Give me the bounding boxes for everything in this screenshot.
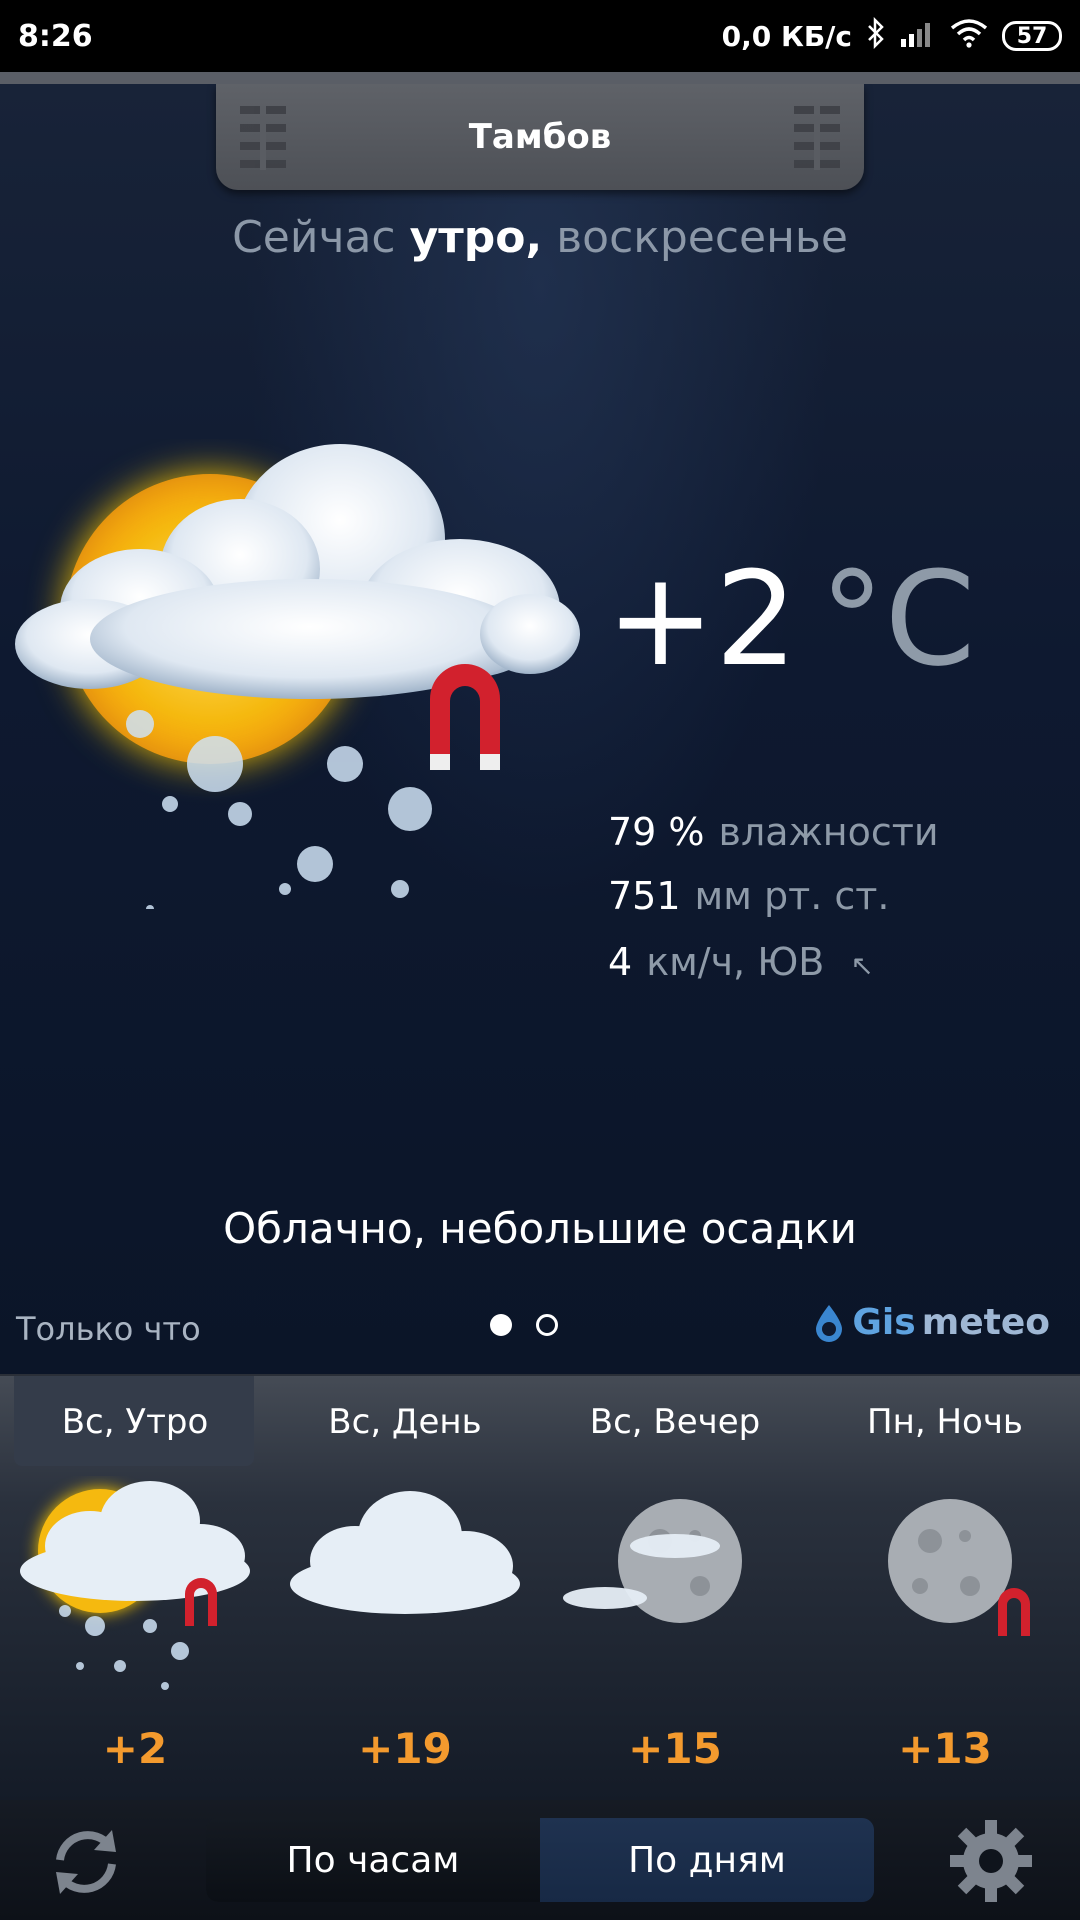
forecast-temp: +15 [628, 1724, 722, 1773]
forecast-item[interactable]: Вс, День +19 [270, 1376, 540, 1802]
forecast-temp: +13 [898, 1724, 992, 1773]
humidity-label: влажности [718, 810, 939, 854]
temperature-unit: °C [819, 543, 976, 695]
page-dot-1[interactable] [490, 1314, 512, 1336]
sun-cloud-snow-icon [20, 1481, 250, 1690]
day-label: воскресенье [556, 212, 848, 263]
bluetooth-icon [866, 16, 886, 56]
refresh-icon[interactable] [44, 1822, 128, 1902]
status-bar: 8:26 0,0 КБ/с 57 [0, 0, 1080, 72]
brand-gis: Gis [852, 1302, 916, 1343]
wind-value: 4 [608, 940, 633, 984]
humidity-row: 79 % влажности [608, 810, 939, 854]
moon-cloud-icon [563, 1499, 742, 1623]
city-name: Тамбов [468, 117, 612, 157]
view-mode-toggle[interactable]: По часам По дням [206, 1818, 874, 1902]
forecast-temp: +2 [102, 1724, 168, 1773]
gear-icon[interactable] [946, 1816, 1036, 1906]
humidity-value: 79 % [608, 810, 705, 854]
current-weather-panel[interactable]: Тамбов Сейчас утро, воскресенье +2 °C 79… [0, 84, 1080, 1374]
period-label: утро, [409, 212, 543, 263]
cloud-icon [290, 1491, 520, 1614]
battery-icon: 57 [1002, 21, 1062, 51]
forecast-item[interactable]: Вс, Вечер +15 [540, 1376, 810, 1802]
pressure-value: 751 [608, 874, 681, 918]
partly-cloudy-snow-icon [15, 444, 580, 909]
now-prefix: Сейчас [232, 212, 396, 263]
network-speed: 0,0 КБ/с [721, 19, 852, 53]
city-selector[interactable]: Тамбов [216, 84, 864, 190]
gismeteo-logo: Gis meteo [812, 1302, 1050, 1343]
wind-row: 4 км/ч, ЮВ ↖ [608, 940, 874, 984]
wind-direction-icon: ↖ [850, 949, 874, 982]
status-divider [0, 72, 1080, 84]
condition-text: Облачно, небольшие осадки [223, 1204, 857, 1253]
forecast-item[interactable]: Вс, Утро +2 [0, 1376, 270, 1802]
moon-icon [888, 1499, 1030, 1636]
forecast-label: Вс, День [328, 1402, 482, 1442]
signal-icon [900, 19, 936, 54]
forecast-strip: Вс, Утро +2 Вс, День +19 Вс, Вечер +15 П… [0, 1374, 1080, 1802]
bottom-bar: По часам По дням [0, 1800, 1080, 1920]
drop-icon [816, 1304, 843, 1342]
forecast-label: Вс, Утро [61, 1402, 209, 1442]
forecast-label: Вс, Вечер [589, 1402, 761, 1442]
current-temperature: +2 °C [606, 554, 975, 684]
forecast-item[interactable]: Пн, Ночь +13 [810, 1376, 1080, 1802]
brand-meteo: meteo [921, 1302, 1050, 1343]
wifi-icon [950, 18, 988, 55]
page-dot-2[interactable] [536, 1314, 558, 1336]
wind-label: км/ч, ЮВ [646, 940, 825, 984]
page-indicator[interactable] [490, 1314, 558, 1336]
pressure-row: 751 мм рт. ст. [608, 874, 889, 918]
temperature-value: +2 [606, 543, 798, 695]
grip-handle-left [240, 106, 286, 170]
updated-label: Только что [16, 1310, 201, 1348]
time-of-day-line: Сейчас утро, воскресенье [0, 212, 1080, 263]
forecast-temp: +19 [358, 1724, 452, 1773]
pressure-label: мм рт. ст. [694, 874, 890, 918]
status-time: 8:26 [18, 18, 93, 54]
forecast-label: Пн, Ночь [867, 1402, 1023, 1442]
grip-handle-right [794, 106, 840, 170]
daily-button[interactable]: По дням [540, 1818, 874, 1902]
status-icons: 0,0 КБ/с 57 [721, 16, 1062, 56]
hourly-button[interactable]: По часам [206, 1818, 540, 1902]
